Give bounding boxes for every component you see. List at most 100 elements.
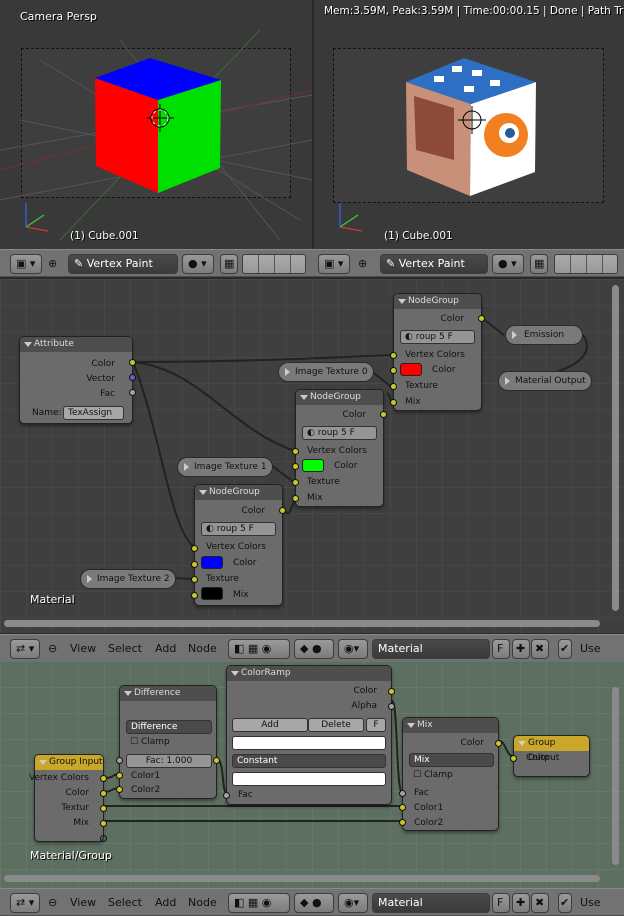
input-socket[interactable] (390, 352, 397, 359)
input-socket[interactable] (191, 561, 198, 568)
output-socket[interactable] (100, 790, 107, 797)
fake-user-button[interactable]: F (492, 639, 510, 659)
color-swatch[interactable] (400, 363, 422, 376)
output-socket[interactable] (100, 805, 107, 812)
input-socket[interactable] (292, 495, 299, 502)
image-texture-2-node[interactable]: Image Texture 2 (80, 569, 176, 589)
editor-type-button[interactable]: ⇄ ▾ (10, 893, 40, 913)
minus-icon[interactable]: ⊖ (48, 639, 57, 659)
color-input-socket[interactable] (510, 755, 517, 762)
select-menu[interactable]: Select (108, 639, 142, 659)
color1-input-socket[interactable] (116, 772, 123, 779)
add-menu[interactable]: Add (155, 639, 176, 659)
group-datablock-field[interactable]: ◐ roup 5 F (302, 426, 377, 440)
fac-input-socket[interactable] (223, 792, 230, 799)
view-menu[interactable]: View (70, 893, 96, 913)
color-stop-field[interactable] (232, 772, 386, 786)
material-output-node[interactable]: Material Output (498, 371, 592, 391)
colorramp-node[interactable]: ColorRamp Color Alpha Add Delete F Const… (223, 665, 395, 805)
input-socket[interactable] (292, 448, 299, 455)
clamp-checkbox[interactable]: ☐ Clamp (130, 737, 170, 747)
input-socket[interactable] (390, 399, 397, 406)
input-socket[interactable] (292, 463, 299, 470)
input-socket[interactable] (390, 367, 397, 374)
editor-type-button[interactable]: ▣ ▾ (10, 254, 42, 274)
nodegroup-red[interactable]: NodeGroup Color ◐ roup 5 F Vertex Colors… (390, 293, 485, 411)
tree-type-buttons[interactable]: ◧ ▦ ◉ (228, 893, 290, 913)
fac-output-socket[interactable] (129, 389, 136, 396)
editor-type-button[interactable]: ▣ ▾ (318, 254, 350, 274)
color-ramp-preview[interactable] (232, 736, 386, 750)
input-socket[interactable] (191, 545, 198, 552)
use-nodes-checkbox[interactable]: ✔ (558, 639, 572, 659)
shading-button[interactable]: ● ▾ (492, 254, 524, 274)
vertical-scrollbar[interactable] (612, 285, 619, 611)
input-socket[interactable] (390, 383, 397, 390)
ramp-delete-button[interactable]: Delete (308, 718, 364, 732)
node-menu[interactable]: Node (188, 893, 217, 913)
node-editor-material[interactable]: Attribute Color Vector Fac Name: TexAssi… (0, 279, 624, 633)
mix-swatch[interactable] (201, 587, 223, 600)
viewport-rendered[interactable]: Mem:3.59M, Peak:3.59M | Time:00:00.15 | … (314, 0, 624, 249)
output-socket[interactable] (100, 820, 107, 827)
image-texture-1-node[interactable]: Image Texture 1 (177, 457, 273, 477)
group-input-node[interactable]: Group Input Vertex Colors Color Textur M… (29, 754, 107, 842)
color-swatch[interactable] (302, 459, 324, 472)
attribute-name-field[interactable]: TexAssign (63, 406, 124, 420)
unlink-icon[interactable]: ✖ (531, 893, 549, 913)
material-icon[interactable]: ◉▾ (338, 893, 368, 913)
image-texture-0-node[interactable]: Image Texture 0 (278, 362, 374, 382)
group-datablock-field[interactable]: ◐ roup 5 F (201, 522, 276, 536)
input-socket[interactable] (191, 592, 198, 599)
vector-output-socket[interactable] (129, 374, 136, 381)
attribute-node[interactable]: Attribute Color Vector Fac Name: TexAssi… (19, 336, 136, 424)
viewport-solid[interactable]: Camera Persp (1) Cube.001 (0, 0, 312, 249)
emission-node[interactable]: Emission (505, 325, 583, 345)
fac-input-socket[interactable] (399, 790, 406, 797)
color-output-socket[interactable] (129, 359, 136, 366)
fac-input-socket[interactable] (116, 757, 123, 764)
layer-grid[interactable] (242, 254, 306, 274)
layer-grid[interactable] (554, 254, 618, 274)
vertical-scrollbar[interactable] (612, 687, 619, 865)
minus-icon[interactable]: ⊖ (48, 893, 57, 913)
color-swatch[interactable] (201, 556, 223, 569)
difference-node[interactable]: Difference Difference ☐ Clamp Fac: 1.000… (116, 685, 220, 799)
color-output-socket[interactable] (388, 688, 395, 695)
node-editor-group[interactable]: Group Input Vertex Colors Color Textur M… (0, 661, 624, 888)
output-socket[interactable] (100, 775, 107, 782)
mix-mode-select[interactable]: Mix (409, 753, 494, 767)
nodegroup-blue[interactable]: NodeGroup Color ◐ roup 5 F Vertex Colors… (191, 484, 286, 606)
group-color-output[interactable] (478, 315, 485, 322)
color2-input-socket[interactable] (399, 819, 406, 826)
color1-input-socket[interactable] (399, 804, 406, 811)
material-name-field[interactable]: Material (372, 893, 490, 913)
mode-select[interactable]: ✎ Vertex Paint (68, 254, 178, 274)
add-menu[interactable]: Add (155, 893, 176, 913)
blend-mode-select[interactable]: Difference (126, 720, 212, 734)
input-socket[interactable] (191, 576, 198, 583)
group-color-output[interactable] (380, 411, 387, 418)
color-output-socket[interactable] (213, 757, 220, 764)
group-output-node[interactable]: Group Output Color (510, 735, 590, 777)
node-menu[interactable]: Node (188, 639, 217, 659)
shading-button[interactable]: ● ▾ (182, 254, 214, 274)
clamp-checkbox[interactable]: ☐ Clamp (413, 770, 453, 780)
horizontal-scrollbar[interactable] (4, 620, 600, 627)
select-menu[interactable]: Select (108, 893, 142, 913)
alpha-output-socket[interactable] (388, 703, 395, 710)
shader-type-buttons[interactable]: ◆ ● (294, 893, 334, 913)
add-material-icon[interactable]: ✚ (512, 639, 530, 659)
material-icon[interactable]: ◉▾ (338, 639, 368, 659)
input-socket[interactable] (292, 479, 299, 486)
mix-node[interactable]: Mix Color Mix ☐ Clamp Fac Color1 Color2 (399, 717, 502, 831)
interpolation-select[interactable]: Constant (232, 754, 386, 768)
tree-type-buttons[interactable]: ◧ ▦ ◉ (228, 639, 290, 659)
fake-user-button[interactable]: F (492, 893, 510, 913)
color2-input-socket[interactable] (116, 786, 123, 793)
checker-icon[interactable]: ▦ (530, 254, 548, 274)
editor-type-button[interactable]: ⇄ ▾ (10, 639, 40, 659)
add-material-icon[interactable]: ✚ (512, 893, 530, 913)
checker-icon[interactable]: ▦ (220, 254, 238, 274)
plus-icon[interactable]: ⊕ (358, 254, 367, 274)
